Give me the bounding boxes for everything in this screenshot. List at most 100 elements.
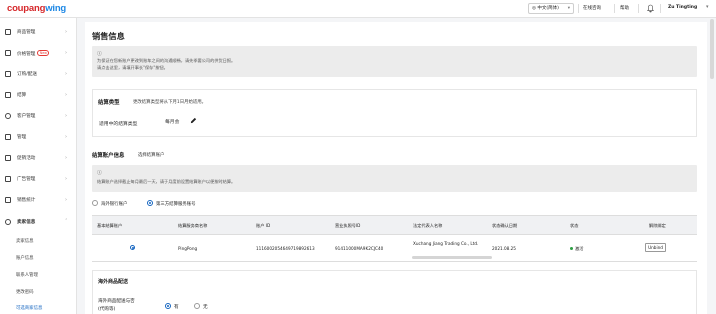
sidebar-item-label: 结算 bbox=[17, 93, 27, 98]
divider bbox=[614, 4, 615, 13]
default-account-radio[interactable] bbox=[130, 245, 135, 250]
account-heading: 结算账户信息 bbox=[92, 153, 125, 159]
settlement-type-card: 结算类型 更改结算类型将从下月1日月始适用。 适用中的结算类型 每月会 bbox=[92, 89, 697, 137]
coupang-wing-logo[interactable]: coupangwing bbox=[7, 3, 66, 14]
sidebar-subitem-seller-info[interactable]: 卖家信息 bbox=[16, 238, 34, 244]
account-table-header: 基本结算账户 结算服务商名称 账户 ID 营业执照号ID 法定代表人名称 状态确… bbox=[92, 215, 697, 235]
overseas-shipping-card: 海外商品配送 海外商品配送与否 (代购等) 有 无 bbox=[92, 270, 697, 314]
user-name[interactable]: Zu Tingting bbox=[668, 5, 697, 10]
new-badge: New bbox=[37, 50, 50, 56]
sidebar: 商品管理 › 价格管理 New › 订购/配送 › 结算 › 客户管理 › 管理 … bbox=[0, 18, 77, 314]
sidebar-subitem-optional-info[interactable]: 可选商家信息 bbox=[16, 305, 42, 311]
bell-icon[interactable] bbox=[647, 4, 654, 13]
wallet-icon bbox=[5, 92, 11, 98]
legal-name-cell: Xuchang Jiang Trading Co., Ltd. bbox=[413, 241, 479, 246]
chevron-down-icon[interactable]: ▾ bbox=[706, 4, 709, 10]
divider bbox=[578, 4, 579, 13]
globe-icon: ◎ bbox=[532, 6, 536, 11]
sidebar-item-settlement[interactable]: 结算 › bbox=[0, 89, 77, 101]
overseas-no-label: 无 bbox=[203, 305, 208, 310]
chevron-right-icon: › bbox=[65, 155, 67, 161]
overseas-yes-label: 有 bbox=[174, 305, 179, 310]
column-header: 状态确认日期 bbox=[492, 223, 518, 228]
sidebar-item-price[interactable]: 价格管理 New › bbox=[0, 47, 77, 59]
chevron-right-icon: › bbox=[65, 176, 67, 182]
provider-cell: PingPong bbox=[178, 246, 198, 251]
third-party-label: 第三方结算服务账号 bbox=[156, 202, 196, 207]
unbind-button[interactable]: Unbind bbox=[645, 243, 666, 252]
chevron-right-icon: › bbox=[65, 113, 67, 119]
sidebar-item-label: 促销活动 bbox=[17, 156, 36, 161]
sidebar-item-label: 卖家信息 bbox=[17, 220, 36, 225]
language-value: 中文(简体) bbox=[537, 6, 559, 11]
sidebar-item-stats[interactable]: 销售统计 › bbox=[0, 194, 77, 206]
gift-icon bbox=[5, 155, 11, 161]
settlement-type-heading: 结算类型 bbox=[98, 100, 120, 106]
column-header: 营业执照号ID bbox=[335, 223, 361, 228]
chevron-right-icon: › bbox=[65, 50, 67, 56]
logo-sub: wing bbox=[45, 3, 67, 14]
sidebar-item-label: 管理 bbox=[17, 135, 27, 140]
overseas-yes-radio[interactable] bbox=[165, 303, 171, 309]
sidebar-item-label: 客户管理 bbox=[17, 114, 36, 119]
top-bar: coupangwing ◎ 中文(简体) ▾ 在线咨询 帮助 Zu Tingti… bbox=[0, 0, 716, 18]
divider bbox=[638, 4, 639, 13]
account-id-cell: 1116002054649719892613 bbox=[256, 246, 315, 251]
sidebar-item-label: 商品管理 bbox=[17, 30, 36, 35]
current-settlement-label: 适用中的结算类型 bbox=[99, 122, 138, 127]
chevron-right-icon: › bbox=[65, 71, 67, 77]
chevron-right-icon: › bbox=[65, 197, 67, 203]
page-title: 销售信息 bbox=[92, 31, 125, 41]
page-scrollbar[interactable] bbox=[710, 19, 714, 79]
sidebar-item-seller-info[interactable]: 卖家信息 ˆ bbox=[0, 216, 77, 228]
person-icon bbox=[5, 113, 11, 119]
settlement-type-note: 更改结算类型将从下月1日月始适用。 bbox=[133, 99, 207, 105]
online-help-link[interactable]: 在线咨询 bbox=[583, 5, 601, 11]
overseas-no-radio[interactable] bbox=[194, 303, 200, 309]
table-scrollbar[interactable] bbox=[412, 256, 492, 259]
chevron-right-icon: › bbox=[65, 92, 67, 98]
clipboard-icon bbox=[5, 134, 11, 140]
bar-chart-icon bbox=[5, 197, 11, 203]
sidebar-subitem-contacts[interactable]: 联系人管理 bbox=[16, 272, 38, 278]
license-id-cell: 91411000MA9K2CJC40 bbox=[335, 246, 384, 251]
chevron-up-icon: ˆ bbox=[65, 219, 68, 225]
info-notice: ⓘ 为保证在您新账户更改到账车之间的沟通顺畅，请先季要公司的供货日报。 请点击这… bbox=[92, 46, 697, 77]
sidebar-subitem-account-info[interactable]: 账户信息 bbox=[16, 255, 34, 261]
status-date-cell: 2021.08.25 bbox=[492, 246, 516, 251]
table-row: PingPong 1116002054649719892613 91411000… bbox=[92, 235, 697, 262]
person-icon bbox=[5, 219, 11, 225]
megaphone-icon bbox=[5, 176, 11, 182]
edit-pencil-icon[interactable] bbox=[190, 117, 197, 124]
help-link[interactable]: 帮助 bbox=[620, 5, 629, 11]
notice-line-1: 为保证在您新账户更改到账车之间的沟通顺畅，请先季要公司的供货日报。 bbox=[97, 58, 236, 63]
column-header: 解除绑定 bbox=[649, 223, 666, 228]
box-icon bbox=[5, 29, 11, 35]
sidebar-item-management[interactable]: 管理 › bbox=[0, 131, 77, 143]
truck-icon bbox=[5, 71, 11, 77]
sidebar-item-products[interactable]: 商品管理 › bbox=[0, 26, 77, 38]
column-header: 结算服务商名称 bbox=[178, 223, 208, 228]
status-dot-icon bbox=[570, 246, 573, 250]
info-icon: ⓘ bbox=[97, 52, 102, 57]
chevron-right-icon: › bbox=[65, 134, 67, 140]
sidebar-item-orders[interactable]: 订购/配送 › bbox=[0, 68, 77, 80]
select-account-link[interactable]: 选择结算账户 bbox=[138, 152, 164, 158]
account-notice: ⓘ 结算账户选择截止每月最后一天，请于月度前设置结算账户以便按时结算。 bbox=[92, 165, 697, 192]
sidebar-item-promotions[interactable]: 促销活动 › bbox=[0, 152, 77, 164]
overseas-question-line-2: (代购等) bbox=[98, 307, 116, 312]
third-party-radio[interactable] bbox=[147, 200, 153, 206]
overseas-heading: 海外商品配送 bbox=[98, 279, 129, 285]
chevron-down-icon: ▾ bbox=[567, 6, 570, 11]
sidebar-item-customers[interactable]: 客户管理 › bbox=[0, 110, 77, 122]
notice-line-2: 请点击这里，请填开事长"保存"按钮。 bbox=[97, 65, 168, 70]
sidebar-item-label: 销售统计 bbox=[17, 198, 36, 203]
status-cell: 激活 bbox=[570, 246, 583, 252]
overseas-bank-radio[interactable] bbox=[92, 200, 98, 206]
sidebar-item-label: 价格管理 New bbox=[17, 50, 50, 57]
sidebar-item-ads[interactable]: 广告管理 › bbox=[0, 173, 77, 185]
language-select[interactable]: ◎ 中文(简体) ▾ bbox=[528, 3, 574, 14]
divider bbox=[660, 4, 661, 13]
column-header: 基本结算账户 bbox=[97, 223, 123, 228]
sidebar-subitem-password[interactable]: 更改密码 bbox=[16, 289, 34, 295]
